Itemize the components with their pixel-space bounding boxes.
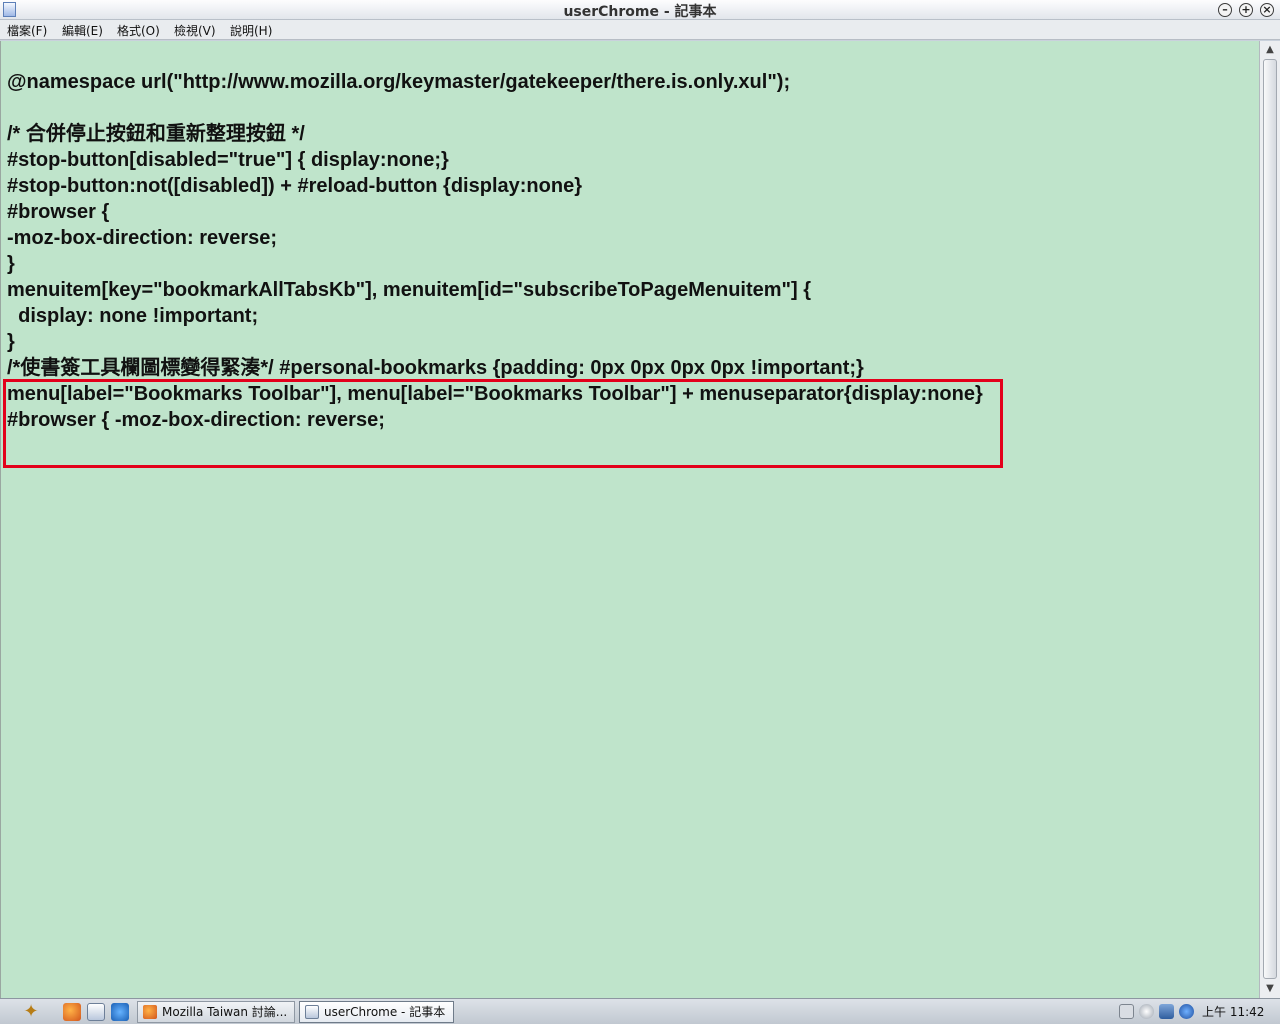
network-icon[interactable] [1139, 1004, 1154, 1019]
text-line-8: -moz-box-direction: reverse; [7, 227, 278, 249]
menu-edit[interactable]: 編輯(E) [62, 22, 103, 39]
text-line-2: @namespace url("http://www.mozilla.org/k… [7, 71, 791, 93]
taskbar-button-mozilla-taiwan[interactable]: Mozilla Taiwan 討論... [137, 1001, 295, 1023]
text-line-9: } [7, 253, 15, 275]
notepad-icon [305, 1005, 319, 1019]
scroll-thumb[interactable] [1263, 59, 1277, 979]
taskbar: ✦ Mozilla Taiwan 討論... userChrome - 記事本 … [0, 998, 1280, 1024]
title-bar[interactable]: userChrome - 記事本 – + × [0, 0, 1280, 20]
text-line-10: menuitem[key="bookmarkAllTabsKb"], menui… [7, 279, 812, 301]
vertical-scrollbar[interactable]: ▲ ▼ [1259, 41, 1280, 998]
start-button-bird-emblem-icon[interactable]: ✦ [18, 1001, 44, 1023]
window-title: userChrome - 記事本 [563, 4, 717, 20]
menu-help[interactable]: 說明(H) [230, 22, 272, 39]
taskbar-button-userchrome-notepad[interactable]: userChrome - 記事本 [299, 1001, 454, 1023]
text-line-5: #stop-button[disabled="true"] { display:… [7, 149, 449, 171]
menu-file[interactable]: 檔案(F) [7, 22, 47, 39]
text-line-7: #browser { [7, 201, 110, 223]
scroll-down-arrow-icon[interactable]: ▼ [1260, 980, 1280, 997]
maximize-button[interactable]: + [1239, 3, 1253, 17]
close-button[interactable]: × [1260, 3, 1274, 17]
text-line-6: #stop-button:not([disabled]) + #reload-b… [7, 175, 582, 197]
text-line-13: /*使書簽工具欄圖標變得緊湊*/ #personal-bookmarks {pa… [7, 357, 864, 379]
system-clock[interactable]: 上午 11:42 [1202, 1003, 1264, 1020]
menu-format[interactable]: 格式(O) [117, 22, 160, 39]
red-highlight-annotation [3, 379, 1003, 468]
firefox-icon [143, 1005, 157, 1019]
menu-bar: 檔案(F) 編輯(E) 格式(O) 檢視(V) 說明(H) [0, 20, 1280, 40]
notepad-icon[interactable] [87, 1003, 105, 1021]
update-icon[interactable] [1179, 1004, 1194, 1019]
text-line-11: display: none !important; [7, 305, 259, 327]
scroll-up-arrow-icon[interactable]: ▲ [1260, 41, 1280, 58]
text-editor-area[interactable]: @namespace url("http://www.mozilla.org/k… [0, 41, 1259, 998]
minimize-button[interactable]: – [1218, 3, 1232, 17]
text-line-12: } [7, 331, 15, 353]
keyboard-icon[interactable] [1119, 1004, 1134, 1019]
menu-view[interactable]: 檢視(V) [174, 22, 216, 39]
task-label: userChrome - 記事本 [324, 1005, 446, 1019]
text-line-4: /* 合併停止按鈕和重新整理按鈕 */ [7, 123, 305, 145]
task-label: Mozilla Taiwan 討論... [162, 1005, 288, 1019]
ie-icon[interactable] [111, 1003, 129, 1021]
display-icon[interactable] [1159, 1004, 1174, 1019]
firefox-icon[interactable] [63, 1003, 81, 1021]
